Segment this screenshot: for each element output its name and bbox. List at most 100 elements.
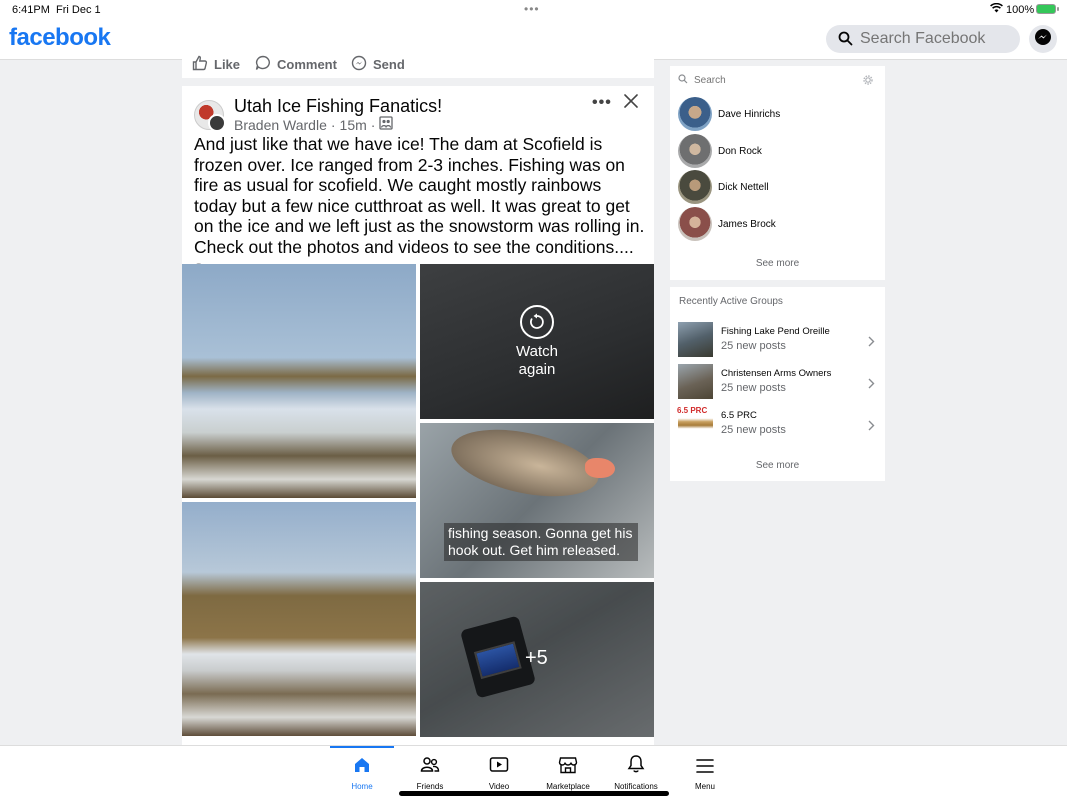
send-label: Send bbox=[373, 56, 405, 72]
comment-icon bbox=[255, 55, 271, 74]
friends-icon bbox=[420, 756, 440, 779]
post-body: And just like that we have ice! The dam … bbox=[194, 134, 646, 279]
group-privacy-icon bbox=[379, 116, 394, 133]
group-item-name: Christensen Arms Owners bbox=[721, 368, 832, 379]
chevron-right-icon bbox=[868, 418, 875, 436]
search-icon bbox=[838, 31, 853, 51]
contact-name: Don Rock bbox=[718, 145, 762, 157]
battery-percent: 100% bbox=[1006, 4, 1035, 16]
group-thumbnail: 6.5 PRC bbox=[677, 406, 713, 441]
post-photo-more[interactable]: +5 bbox=[420, 582, 654, 737]
groups-title: Recently Active Groups bbox=[679, 296, 783, 307]
status-date: Fri Dec 1 bbox=[56, 4, 101, 16]
post-time[interactable]: 15m bbox=[340, 117, 367, 133]
contact-item[interactable]: Don Rock bbox=[678, 134, 878, 168]
contacts-search[interactable] bbox=[678, 72, 878, 88]
group-item-sub: 25 new posts bbox=[721, 382, 786, 394]
group-item[interactable]: Christensen Arms Owners 25 new posts bbox=[678, 364, 878, 400]
group-thumbnail-text: 6.5 PRC bbox=[677, 406, 708, 415]
group-item-name: 6.5 PRC bbox=[721, 410, 757, 421]
group-item[interactable]: Fishing Lake Pend Oreille 25 new posts bbox=[678, 322, 878, 358]
bell-icon bbox=[627, 754, 645, 779]
status-bar: 6:41PM Fri Dec 1 ••• 100% bbox=[0, 0, 1067, 20]
post-photo[interactable] bbox=[182, 264, 416, 498]
avatar bbox=[678, 134, 712, 168]
watch-again-label: Watch again bbox=[516, 342, 558, 378]
hamburger-icon bbox=[696, 758, 714, 779]
home-icon bbox=[353, 756, 371, 779]
group-item[interactable]: 6.5 PRC 6.5 PRC 25 new posts bbox=[677, 406, 878, 442]
comment-button[interactable]: Comment bbox=[255, 55, 337, 73]
tab-label: Video bbox=[488, 782, 510, 791]
messenger-send-icon bbox=[351, 55, 367, 74]
author-name[interactable]: Braden Wardle bbox=[234, 117, 327, 133]
contacts-settings-button[interactable] bbox=[863, 72, 873, 90]
watch-again-overlay[interactable]: Watch again bbox=[420, 264, 654, 419]
close-icon bbox=[624, 94, 638, 112]
search-box[interactable] bbox=[826, 25, 1020, 53]
group-item-sub: 25 new posts bbox=[721, 424, 786, 436]
contact-item[interactable]: Dave Hinrichs bbox=[678, 97, 878, 131]
hide-post-button[interactable] bbox=[624, 94, 638, 113]
fish-image bbox=[445, 423, 605, 508]
previous-post-actions: Like Comment Send bbox=[182, 55, 654, 78]
post-card: Utah Ice Fishing Fanatics! Braden Wardle… bbox=[182, 86, 654, 746]
top-navigation: facebook bbox=[0, 20, 1067, 60]
search-icon bbox=[678, 71, 688, 89]
avatar bbox=[678, 170, 712, 204]
multitask-dots[interactable]: ••• bbox=[524, 2, 540, 16]
marketplace-icon bbox=[558, 756, 578, 779]
thumbs-up-icon bbox=[192, 55, 208, 74]
tab-label: Menu bbox=[694, 782, 715, 791]
facebook-logo[interactable]: facebook bbox=[9, 24, 111, 52]
comment-label: Comment bbox=[277, 56, 337, 72]
recent-groups-panel: Recently Active Groups Fishing Lake Pend… bbox=[670, 287, 885, 481]
group-thumbnail bbox=[678, 364, 713, 399]
tab-label: Notifications bbox=[614, 782, 658, 791]
group-item-name: Fishing Lake Pend Oreille bbox=[721, 326, 830, 337]
post-video[interactable]: Watch again bbox=[420, 264, 654, 419]
post-text: And just like that we have ice! The dam … bbox=[194, 134, 645, 257]
group-name[interactable]: Utah Ice Fishing Fanatics! bbox=[234, 96, 442, 117]
avatar bbox=[678, 97, 712, 131]
video-caption: fishing season. Gonna get his hook out. … bbox=[444, 523, 638, 561]
tab-label: Home bbox=[351, 782, 373, 791]
tab-home[interactable]: Home bbox=[330, 746, 394, 791]
group-thumbnail bbox=[678, 322, 713, 357]
post-options-button[interactable]: ••• bbox=[592, 94, 612, 112]
status-time: 6:41PM bbox=[12, 4, 50, 16]
post-photo[interactable] bbox=[182, 502, 416, 736]
tab-video[interactable]: Video bbox=[467, 746, 531, 791]
contact-name: James Brock bbox=[718, 218, 776, 230]
video-icon bbox=[489, 756, 509, 779]
post-photo-fish[interactable]: fishing season. Gonna get his hook out. … bbox=[420, 423, 654, 578]
bottom-tab-bar: Home Friends Video Marketplace Notificat… bbox=[0, 745, 1067, 800]
contacts-search-input[interactable] bbox=[694, 74, 844, 86]
replay-icon bbox=[520, 304, 554, 339]
groups-see-more[interactable]: See more bbox=[670, 460, 885, 471]
messenger-icon bbox=[1034, 28, 1052, 51]
contact-name: Dick Nettell bbox=[718, 181, 769, 193]
contact-item[interactable]: Dick Nettell bbox=[678, 170, 878, 204]
home-indicator[interactable] bbox=[399, 791, 669, 796]
author-avatar[interactable] bbox=[208, 114, 226, 132]
meta-separator: · bbox=[370, 116, 376, 133]
like-label: Like bbox=[214, 56, 241, 72]
like-button[interactable]: Like bbox=[192, 55, 240, 73]
tab-label: Marketplace bbox=[546, 782, 590, 791]
gear-icon bbox=[863, 72, 873, 89]
fish-fin bbox=[585, 458, 615, 478]
tab-marketplace[interactable]: Marketplace bbox=[536, 746, 600, 791]
wifi-icon bbox=[990, 2, 1003, 16]
contact-item[interactable]: James Brock bbox=[678, 207, 878, 241]
messenger-button[interactable] bbox=[1029, 25, 1057, 53]
tab-notifications[interactable]: Notifications bbox=[604, 746, 668, 791]
battery-icon bbox=[1036, 4, 1059, 14]
more-photos-count[interactable]: +5 bbox=[525, 647, 548, 670]
tab-friends[interactable]: Friends bbox=[398, 746, 462, 791]
contacts-see-more[interactable]: See more bbox=[670, 258, 885, 269]
chevron-right-icon bbox=[868, 334, 875, 352]
send-button[interactable]: Send bbox=[351, 55, 405, 73]
tab-menu[interactable]: Menu bbox=[673, 746, 737, 791]
search-input[interactable] bbox=[860, 29, 1010, 49]
